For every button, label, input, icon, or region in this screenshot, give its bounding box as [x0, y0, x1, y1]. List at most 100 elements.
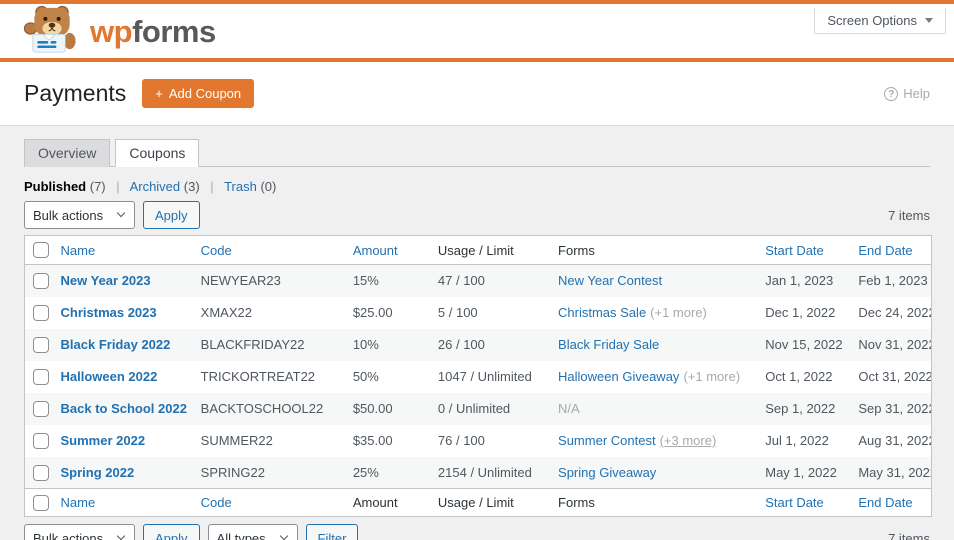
coupon-amount-cell: 10%: [352, 337, 379, 352]
form-link[interactable]: Black Friday Sale: [558, 337, 659, 352]
coupon-start-date-cell: Jan 1, 2023: [765, 273, 834, 289]
coupon-start-date-cell: Jul 1, 2022: [765, 433, 829, 448]
tab-coupons[interactable]: Coupons: [115, 139, 200, 167]
view-archived[interactable]: Archived: [130, 179, 181, 194]
items-count: 7 items: [888, 207, 930, 223]
bulk-actions-select[interactable]: Bulk actions: [24, 201, 135, 229]
table-header: Name Code Amount Usage / Limit Forms Sta…: [24, 235, 932, 265]
coupon-start-date-cell: May 1, 2022: [765, 464, 837, 480]
coupon-row: New Year 2023 NEWYEAR23 15% 47 / 100 New…: [24, 264, 932, 297]
coupon-name-link[interactable]: Christmas 2023: [61, 305, 157, 320]
view-separator: |: [116, 179, 120, 194]
column-footer-end-date[interactable]: End Date: [858, 495, 912, 510]
coupon-end-date-cell: Dec 24, 2022: [858, 305, 932, 320]
row-checkbox[interactable]: [33, 336, 49, 353]
coupon-code-cell: SUMMER22: [200, 433, 273, 448]
column-footer-usage-limit: Usage / Limit: [437, 495, 514, 510]
type-filter-select[interactable]: All types: [207, 524, 298, 540]
tab-overview[interactable]: Overview: [24, 139, 111, 167]
form-link[interactable]: New Year Contest: [558, 273, 662, 288]
coupon-amount-cell: 50%: [352, 369, 379, 384]
wordmark-forms: forms: [132, 13, 216, 49]
page-title-bar: Payments + Add Coupon ? Help: [0, 62, 954, 126]
column-footer-amount: Amount: [352, 495, 398, 510]
column-footer-start-date[interactable]: Start Date: [765, 495, 824, 510]
form-link[interactable]: Halloween Giveaway: [558, 369, 679, 384]
coupon-code-cell: NEWYEAR23: [200, 273, 281, 289]
column-footer-name[interactable]: Name: [61, 495, 96, 510]
column-header-end-date[interactable]: End Date: [858, 243, 912, 258]
row-checkbox[interactable]: [33, 368, 49, 385]
coupon-name-link[interactable]: New Year 2023: [61, 273, 151, 288]
row-checkbox[interactable]: [33, 273, 49, 290]
column-header-name[interactable]: Name: [61, 243, 96, 258]
page-title: Payments: [24, 80, 127, 106]
coupon-end-date-cell: Aug 31, 2022: [858, 433, 932, 448]
table-footer: Name Code Amount Usage / Limit Forms Sta…: [24, 488, 932, 517]
column-footer-forms: Forms: [558, 495, 595, 510]
form-extra-link[interactable]: (+1 more): [683, 369, 740, 384]
bear-mascot-icon: [23, 4, 80, 58]
tab-bar: Overview Coupons: [24, 139, 930, 167]
bottom-toolbar: Bulk actions Apply All types Filter 7 it…: [24, 524, 930, 540]
filter-button[interactable]: Filter: [305, 524, 359, 540]
coupon-name-link[interactable]: Halloween 2022: [61, 369, 158, 384]
view-filter-links: Published (7) | Archived (3) | Trash (0): [24, 179, 930, 194]
coupons-tbody: New Year 2023 NEWYEAR23 15% 47 / 100 New…: [24, 264, 932, 489]
coupon-usage-cell: 0 / Unlimited: [437, 401, 511, 416]
row-checkbox[interactable]: [33, 304, 49, 321]
coupon-end-date-cell: Sep 31, 2022: [858, 401, 932, 416]
row-checkbox[interactable]: [33, 400, 49, 417]
chevron-down-icon: [925, 18, 933, 23]
coupon-usage-cell: 26 / 100: [437, 337, 485, 352]
coupon-end-date-cell: Oct 31, 2022: [858, 369, 932, 384]
coupon-amount-cell: $25.00: [352, 305, 393, 320]
form-extra-link[interactable]: (+3 more): [660, 433, 717, 448]
view-trash-count: (0): [260, 179, 277, 194]
coupon-code-cell: BACKTOSCHOOL22: [200, 401, 324, 416]
column-header-code[interactable]: Code: [201, 243, 232, 258]
screen-options-button[interactable]: Screen Options: [814, 8, 946, 34]
wordmark: wpforms: [90, 16, 216, 47]
column-header-usage-limit: Usage / Limit: [437, 242, 514, 258]
coupon-name-link[interactable]: Back to School 2022: [61, 401, 187, 416]
view-published[interactable]: Published: [24, 179, 86, 194]
wordmark-wp: wp: [90, 13, 133, 49]
column-header-amount[interactable]: Amount: [353, 243, 398, 258]
coupon-usage-cell: 5 / 100: [437, 305, 478, 320]
coupon-end-date-cell: May 31, 2022: [858, 464, 932, 480]
view-published-count: (7): [89, 179, 106, 194]
add-coupon-button[interactable]: + Add Coupon: [142, 79, 255, 108]
coupon-row: Summer 2022 SUMMER22 $35.00 76 / 100 Sum…: [25, 425, 932, 457]
select-all-checkbox[interactable]: [33, 242, 49, 259]
view-trash[interactable]: Trash: [224, 179, 257, 194]
form-link[interactable]: Christmas Sale: [558, 305, 646, 320]
coupon-name-link[interactable]: Spring 2022: [61, 465, 135, 480]
row-checkbox[interactable]: [33, 432, 49, 449]
form-link[interactable]: Spring Giveaway: [558, 465, 656, 480]
coupon-row: Christmas 2023 XMAX22 $25.00 5 / 100 Chr…: [25, 297, 932, 329]
column-footer-code[interactable]: Code: [201, 495, 232, 510]
coupon-row: Spring 2022 SPRING22 25% 2154 / Unlimite…: [24, 456, 932, 489]
form-link[interactable]: Summer Contest: [558, 433, 656, 448]
coupon-code-cell: XMAX22: [200, 305, 252, 320]
coupon-row: Back to School 2022 BACKTOSCHOOL22 $50.0…: [24, 392, 932, 425]
form-extra-link[interactable]: (+1 more): [650, 305, 707, 320]
help-link[interactable]: ? Help: [884, 86, 930, 101]
coupon-name-link[interactable]: Black Friday 2022: [61, 337, 171, 352]
screen-options-label: Screen Options: [827, 13, 917, 28]
select-all-checkbox[interactable]: [33, 494, 49, 511]
coupon-end-date-cell: Nov 31, 2022: [858, 337, 932, 352]
apply-button[interactable]: Apply: [143, 201, 200, 229]
coupon-usage-cell: 2154 / Unlimited: [437, 464, 532, 480]
coupon-start-date-cell: Sep 1, 2022: [765, 401, 836, 416]
coupon-name-link[interactable]: Summer 2022: [61, 433, 146, 448]
masthead: wpforms Screen Options: [0, 4, 954, 62]
coupons-table: Name Code Amount Usage / Limit Forms Sta…: [24, 235, 932, 517]
bulk-actions-select-bottom[interactable]: Bulk actions: [24, 524, 135, 540]
help-icon: ?: [884, 86, 899, 101]
column-header-start-date[interactable]: Start Date: [765, 243, 824, 258]
row-checkbox[interactable]: [33, 464, 49, 481]
help-label: Help: [903, 86, 930, 101]
apply-button-bottom[interactable]: Apply: [143, 524, 200, 540]
